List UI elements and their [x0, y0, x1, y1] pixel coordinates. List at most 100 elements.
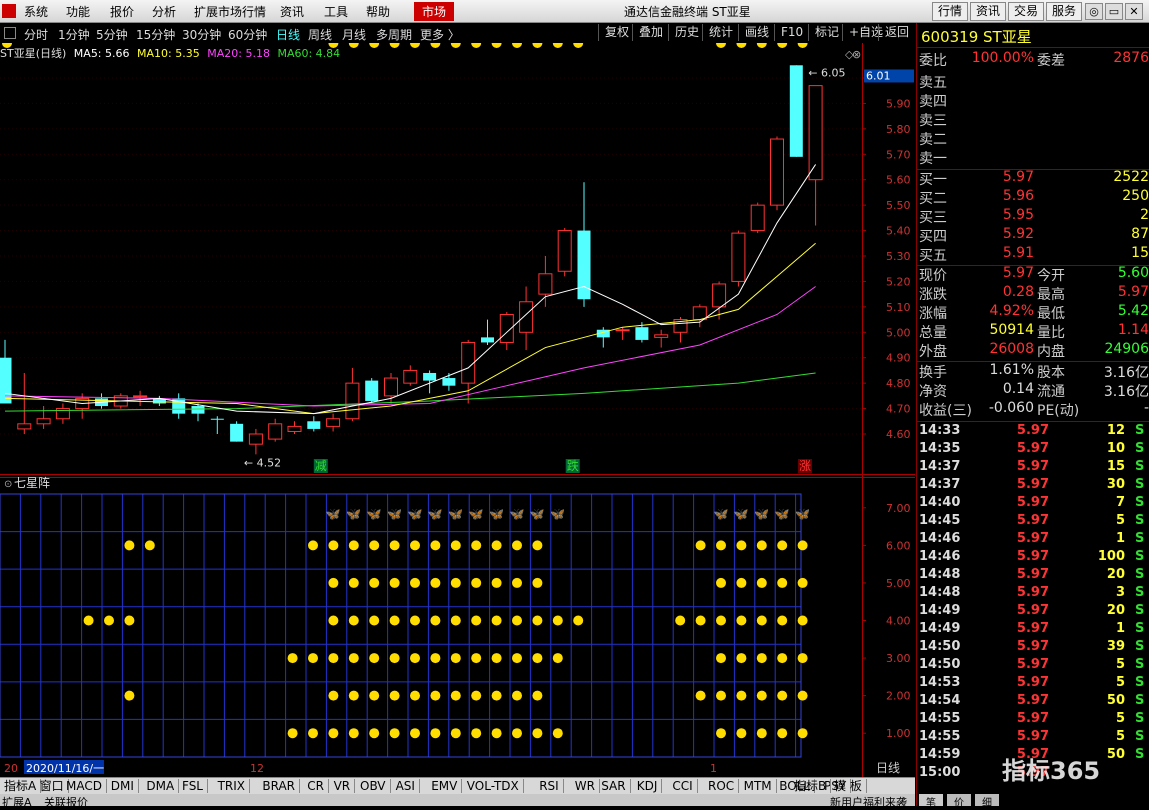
period-daily[interactable]: 日线 — [276, 26, 300, 43]
market-tab[interactable]: 市场 — [414, 2, 455, 21]
candle-body — [770, 138, 784, 206]
status-promo[interactable]: 新用户福利来袭 — [830, 794, 907, 810]
tick-volume: 39 — [1106, 639, 1125, 654]
indicator-tab[interactable]: TRIX — [214, 779, 251, 793]
indicator-tab[interactable]: ASI — [392, 779, 420, 793]
stat-label: 内盘 — [1037, 344, 1065, 360]
price-axis-label: 4.90 — [886, 352, 911, 365]
tick-time: 14:55 — [919, 729, 961, 744]
menu-function[interactable]: 功能 — [66, 3, 90, 20]
panel-tab-trades[interactable]: 笔 — [919, 794, 943, 809]
indicator-tab[interactable]: FSL — [178, 779, 208, 793]
period-monthly[interactable]: 月线 — [342, 26, 366, 43]
indicator-tab[interactable]: BRAR — [258, 779, 301, 793]
star-dot — [83, 615, 94, 626]
overlay-button[interactable]: 叠加 — [632, 24, 663, 41]
stat-value: 26008 — [989, 341, 1034, 357]
period-multi[interactable]: 多周期 — [376, 26, 412, 43]
indicator-tab[interactable]: DMI — [107, 779, 139, 793]
star-dot — [797, 690, 808, 701]
period-1min[interactable]: 1分钟 — [58, 26, 90, 43]
indicator-tab[interactable]: RSI — [535, 779, 564, 793]
info-button[interactable]: 资讯 — [970, 2, 1007, 21]
star-dot — [104, 615, 114, 626]
menu-ext-market[interactable]: 扩展市场行情 — [194, 3, 266, 20]
indicator-tab[interactable]: OBV — [356, 779, 391, 793]
tick-price: 5.97 — [1016, 657, 1049, 672]
f10-button[interactable]: F10 — [774, 24, 803, 41]
menu-analysis[interactable]: 分析 — [152, 3, 176, 20]
price-axis-label: 5.60 — [886, 174, 911, 187]
candle-body — [36, 418, 51, 425]
minimize-icon[interactable]: ◎ — [1085, 3, 1103, 20]
tick-side: S — [1135, 441, 1145, 456]
tick-row: 14:53 5.97 5 S — [917, 675, 1149, 693]
tick-time: 14:46 — [919, 531, 961, 546]
period-30min[interactable]: 30分钟 — [182, 26, 221, 43]
cyan-butterfly-icon: 🦋 — [714, 507, 729, 521]
stats-button[interactable]: 统计 — [702, 24, 733, 41]
history-button[interactable]: 历史 — [668, 24, 699, 41]
buy-row: 买二 5.96 250 — [919, 188, 1149, 207]
star-dot — [491, 615, 502, 626]
indicator-tab[interactable]: SAR — [597, 779, 631, 793]
tick-price: 5.97 — [1016, 423, 1049, 438]
indicator-tab[interactable]: VR — [330, 779, 356, 793]
buy-price: 5.91 — [1002, 245, 1034, 261]
tick-side: S — [1135, 549, 1145, 564]
indicator-tab[interactable]: CR — [303, 779, 329, 793]
menu-tools[interactable]: 工具 — [324, 3, 348, 20]
tick-side: S — [1135, 459, 1145, 474]
restore-icon[interactable]: ▭ — [1105, 3, 1123, 20]
tick-side: S — [1135, 567, 1145, 582]
trade-button[interactable]: 交易 — [1008, 2, 1045, 21]
indicator-tab[interactable]: MTM — [740, 779, 777, 793]
kline-chart[interactable]: 6.00 5.90 5.80 5.70 5.60 5.50 5.40 5.30 5.20 5.10… — [0, 43, 915, 777]
star-dot — [716, 540, 726, 551]
menu-system[interactable]: 系统 — [24, 3, 48, 20]
indicator-tab[interactable]: VOL-TDX — [463, 779, 524, 793]
period-tick[interactable]: 分时 — [24, 26, 48, 43]
indicator-tab[interactable]: KDJ — [633, 779, 663, 793]
red-butterfly-icon: 🦋 — [775, 507, 790, 521]
draw-button[interactable]: 画线 — [738, 24, 769, 41]
tick-row: 14:48 5.97 20 S — [917, 567, 1149, 585]
menu-info[interactable]: 资讯 — [280, 3, 304, 20]
indicator-tab[interactable]: WR — [571, 779, 600, 793]
period-5min[interactable]: 5分钟 — [96, 26, 128, 43]
close-icon[interactable]: ✕ — [1125, 3, 1143, 20]
menu-quote[interactable]: 报价 — [110, 3, 134, 20]
add-watchlist-button[interactable]: +自选 — [842, 24, 883, 41]
back-button[interactable]: 返回 — [878, 24, 909, 41]
service-button[interactable]: 服务 — [1046, 2, 1083, 21]
status-ext[interactable]: 扩展A — [2, 794, 32, 810]
menu-help[interactable]: 帮助 — [366, 3, 390, 20]
indicator-tab[interactable]: MACD — [62, 779, 107, 793]
adjust-button[interactable]: 复权 — [598, 24, 629, 41]
panel-tab-price[interactable]: 价 — [947, 794, 971, 809]
red-butterfly-icon: 🦋 — [530, 507, 545, 521]
stat-row: 总量 50914 量比 1.14 — [919, 322, 1149, 341]
template-tab[interactable]: 模 板 — [830, 779, 867, 793]
indicator-tab[interactable]: EMV — [427, 779, 463, 793]
template-tab[interactable]: 指标B — [790, 779, 832, 793]
panel-toggle-icon[interactable] — [4, 27, 16, 39]
period-weekly[interactable]: 周线 — [308, 26, 332, 43]
star-dot — [797, 615, 808, 626]
status-link-quote[interactable]: 关联报价 — [44, 794, 88, 810]
red-butterfly-icon: 🦋 — [734, 507, 749, 521]
period-15min[interactable]: 15分钟 — [136, 26, 175, 43]
period-60min[interactable]: 60分钟 — [228, 26, 267, 43]
indicator-tab[interactable]: ROC — [704, 779, 740, 793]
candle-body — [210, 418, 224, 420]
quote-button[interactable]: 行情 — [932, 2, 969, 21]
mark-button[interactable]: 标记 — [808, 24, 839, 41]
panel-tab-detail[interactable]: 细 — [975, 794, 999, 809]
indicator-tab[interactable]: CCI — [668, 779, 698, 793]
tick-side: S — [1135, 477, 1145, 492]
stat-value: 24906 — [1104, 341, 1149, 357]
star-dot — [532, 615, 543, 626]
sell-row: 卖五 — [919, 72, 1149, 91]
period-more[interactable]: 更多 〉 — [420, 26, 460, 43]
indicator-tab[interactable]: DMA — [142, 779, 180, 793]
